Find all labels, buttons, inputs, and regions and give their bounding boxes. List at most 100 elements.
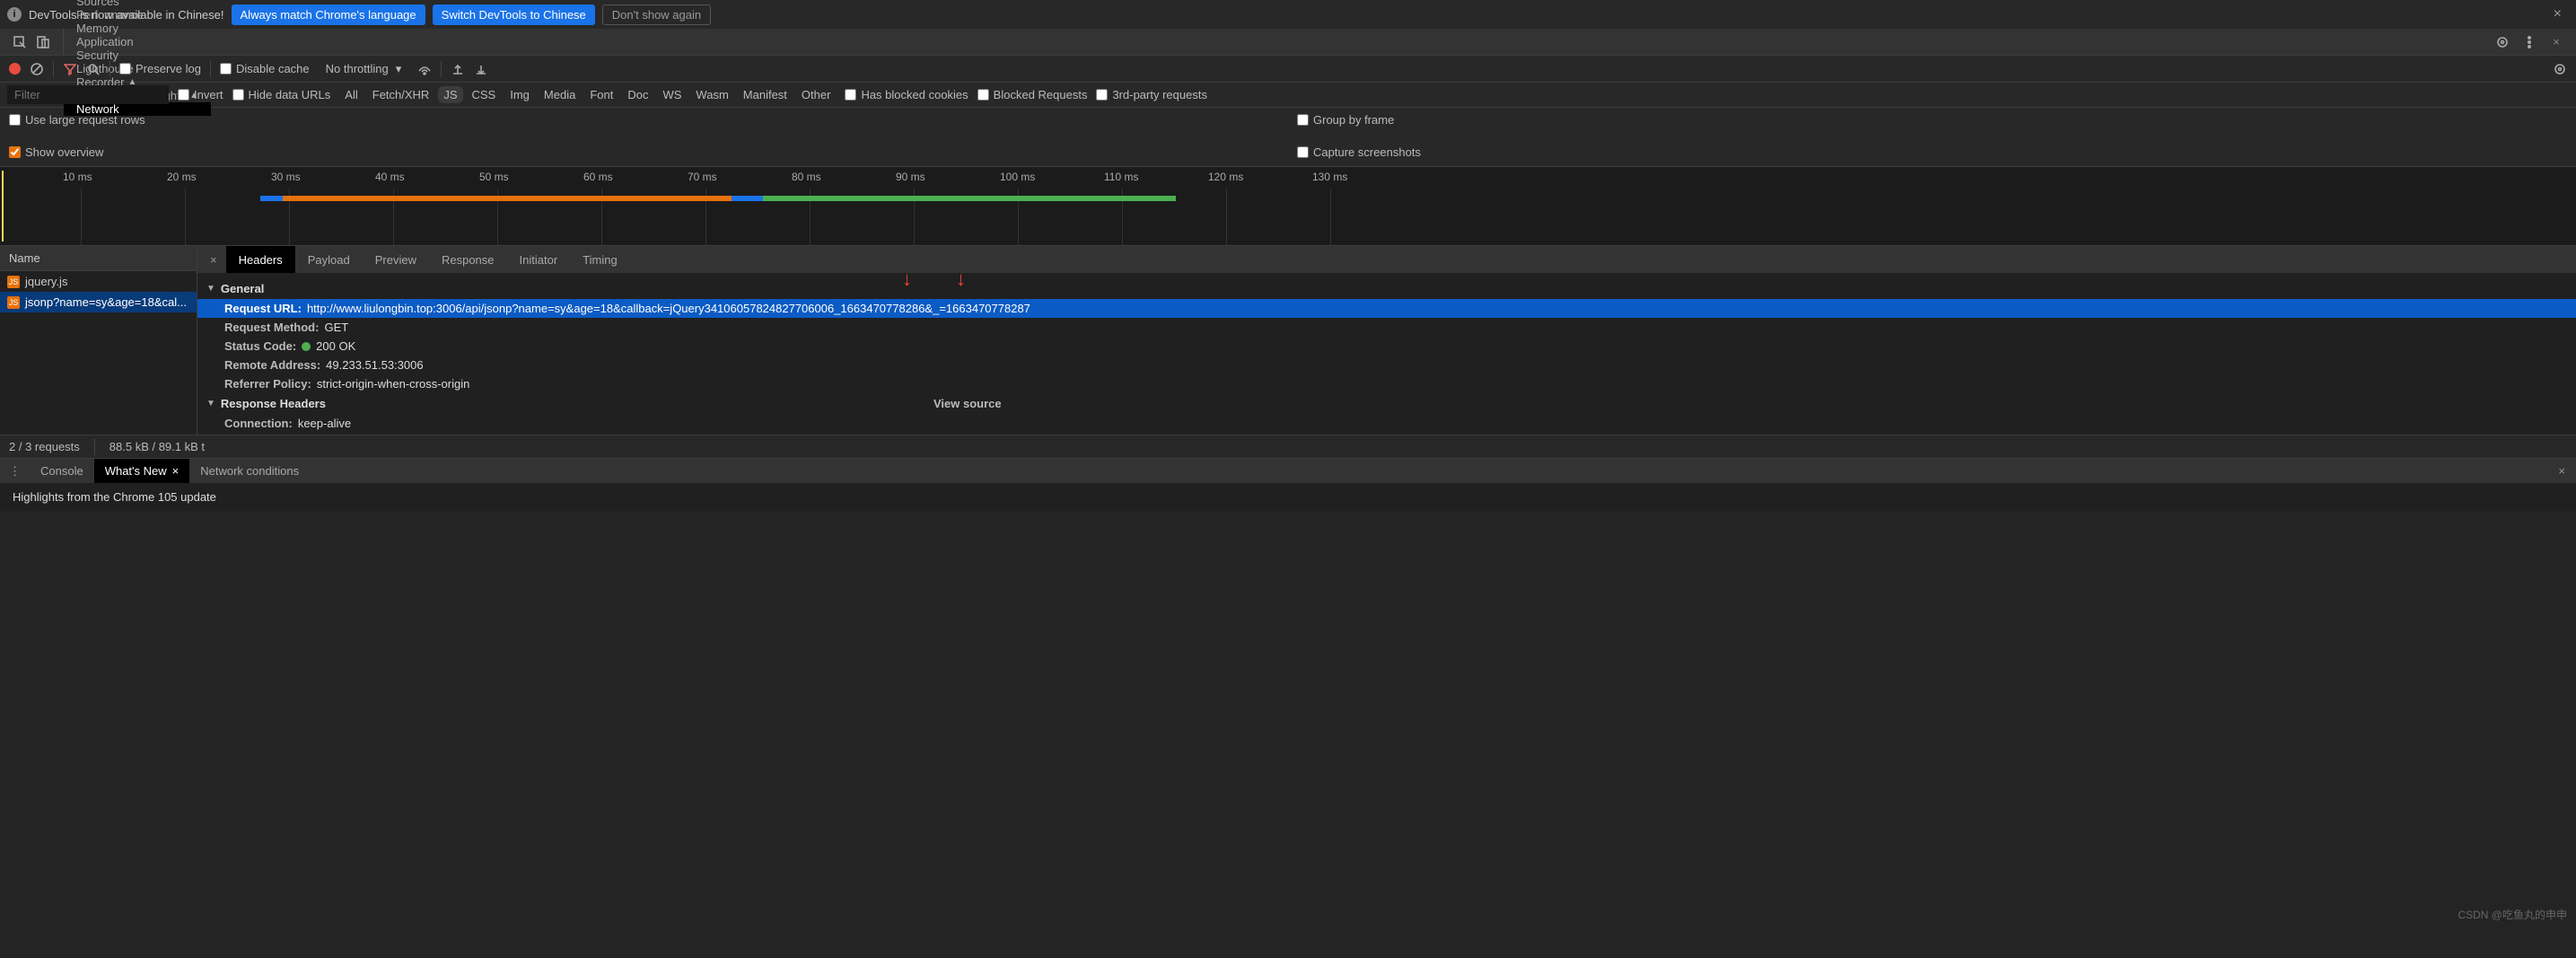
record-button[interactable] xyxy=(9,63,21,75)
filter-type-manifest[interactable]: Manifest xyxy=(738,86,793,103)
drawer-body: Highlights from the Chrome 105 update xyxy=(0,483,2576,511)
request-row[interactable]: JSjsonp?name=sy&age=18&cal... xyxy=(0,292,197,312)
large-rows-label: Use large request rows xyxy=(25,113,145,127)
filter-type-wasm[interactable]: Wasm xyxy=(690,86,733,103)
network-conditions-icon[interactable] xyxy=(417,62,432,76)
disable-cache-checkbox[interactable]: Disable cache xyxy=(220,62,310,75)
details-tabs: × HeadersPayloadPreviewResponseInitiator… xyxy=(197,246,2576,273)
device-icon[interactable] xyxy=(36,35,50,49)
show-overview-checkbox[interactable]: Show overview xyxy=(9,145,103,159)
capture-screenshots-checkbox[interactable]: Capture screenshots xyxy=(1297,145,1421,159)
filter-type-font[interactable]: Font xyxy=(584,86,618,103)
method-value: GET xyxy=(324,321,348,334)
blocked-requests-checkbox[interactable]: Blocked Requests xyxy=(977,88,1088,101)
connection-key: Connection: xyxy=(224,417,293,430)
timeline-tick: 120 ms xyxy=(1208,171,1243,183)
details-tab-response[interactable]: Response xyxy=(429,246,507,273)
filter-type-ws[interactable]: WS xyxy=(657,86,687,103)
drawer-menu-icon[interactable]: ⋮ xyxy=(0,464,30,479)
filter-type-css[interactable]: CSS xyxy=(467,86,502,103)
request-url-key: Request URL: xyxy=(224,302,302,315)
close-banner-icon[interactable]: × xyxy=(2546,6,2569,22)
section-response-label: Response Headers xyxy=(221,397,326,410)
tab-memory[interactable]: Memory xyxy=(64,22,211,35)
drawer-tab-what-s-new[interactable]: What's New × xyxy=(94,459,190,483)
inspect-icon[interactable] xyxy=(13,35,27,49)
preserve-log-checkbox[interactable]: Preserve log xyxy=(119,62,201,75)
close-details-icon[interactable]: × xyxy=(201,253,226,267)
referrer-key: Referrer Policy: xyxy=(224,377,311,391)
filter-type-fetch-xhr[interactable]: Fetch/XHR xyxy=(367,86,435,103)
hide-data-urls-checkbox[interactable]: Hide data URLs xyxy=(232,88,331,101)
details-body: ↓ ↓ ▼General Request URL:http://www.liul… xyxy=(197,273,2576,435)
request-details: × HeadersPayloadPreviewResponseInitiator… xyxy=(197,246,2576,435)
settings-icon[interactable] xyxy=(2495,35,2510,49)
timeline-tick: 90 ms xyxy=(896,171,925,183)
invert-checkbox[interactable]: Invert xyxy=(178,88,223,101)
filter-type-media[interactable]: Media xyxy=(539,86,581,103)
timeline-bar xyxy=(732,196,763,201)
filter-type-js[interactable]: JS xyxy=(438,86,462,103)
third-party-checkbox[interactable]: 3rd-party requests xyxy=(1096,88,1207,101)
request-list-header[interactable]: Name xyxy=(0,246,197,271)
drawer-tab-label: What's New xyxy=(105,464,167,478)
blocked-cookies-checkbox[interactable]: Has blocked cookies xyxy=(845,88,968,101)
filter-type-all[interactable]: All xyxy=(339,86,363,103)
dont-show-button[interactable]: Don't show again xyxy=(602,4,711,25)
large-rows-checkbox[interactable]: Use large request rows xyxy=(9,113,1279,127)
switch-devtools-button[interactable]: Switch DevTools to Chinese xyxy=(433,4,595,25)
filter-icon[interactable] xyxy=(63,62,77,76)
remote-key: Remote Address: xyxy=(224,358,320,372)
clear-icon[interactable] xyxy=(30,62,44,76)
network-settings-icon[interactable] xyxy=(2553,62,2567,76)
triangle-down-icon: ▼ xyxy=(206,284,215,294)
throttling-label: No throttling xyxy=(326,62,389,75)
tab-performance[interactable]: Performance xyxy=(64,8,211,22)
view-source-link[interactable]: View source xyxy=(933,397,1002,410)
drawer-content: Highlights from the Chrome 105 update xyxy=(13,490,216,504)
close-drawer-icon[interactable]: × xyxy=(2547,464,2576,478)
details-tab-initiator[interactable]: Initiator xyxy=(507,246,571,273)
details-tab-payload[interactable]: Payload xyxy=(295,246,363,273)
timeline-tick: 100 ms xyxy=(1000,171,1035,183)
group-by-frame-checkbox[interactable]: Group by frame xyxy=(1297,113,2567,127)
timeline-overview[interactable]: 10 ms20 ms30 ms40 ms50 ms60 ms70 ms80 ms… xyxy=(0,167,2576,246)
section-response-headers[interactable]: ▼Response HeadersView source xyxy=(197,393,2576,414)
section-general[interactable]: ▼ General xyxy=(197,278,2576,299)
timeline-tick: 130 ms xyxy=(1312,171,1347,183)
network-toolbar: Preserve log Disable cache No throttling… xyxy=(0,56,2576,83)
request-row[interactable]: JSjquery.js xyxy=(0,271,197,292)
kv-request-url[interactable]: Request URL: http://www.liulongbin.top:30… xyxy=(197,299,2576,318)
request-url-value: http://www.liulongbin.top:3006/api/jsonp… xyxy=(307,302,1030,315)
close-devtools-icon[interactable]: × xyxy=(2549,35,2563,49)
kv-request-method: Request Method: GET xyxy=(197,318,2576,337)
search-icon[interactable] xyxy=(86,62,101,76)
import-har-icon[interactable] xyxy=(451,62,465,76)
tab-security[interactable]: Security xyxy=(64,48,211,62)
details-tab-headers[interactable]: Headers xyxy=(226,246,295,273)
drawer-tab-console[interactable]: Console xyxy=(30,459,94,483)
blocked-cookies-label: Has blocked cookies xyxy=(861,88,968,101)
file-js-icon: JS xyxy=(7,276,20,288)
close-tab-icon[interactable]: × xyxy=(172,464,180,478)
always-match-button[interactable]: Always match Chrome's language xyxy=(232,4,425,25)
tab-sources[interactable]: Sources xyxy=(64,0,211,8)
filter-input[interactable] xyxy=(7,85,169,104)
more-icon[interactable] xyxy=(2522,35,2537,49)
drawer-tab-network-conditions[interactable]: Network conditions xyxy=(189,459,310,483)
throttling-select[interactable]: No throttling▾ xyxy=(319,62,409,76)
method-key: Request Method: xyxy=(224,321,319,334)
filter-type-other[interactable]: Other xyxy=(796,86,837,103)
section-general-label: General xyxy=(221,282,264,295)
arrow-annotation: ↓ xyxy=(956,273,966,291)
filter-type-img[interactable]: Img xyxy=(504,86,535,103)
tab-application[interactable]: Application xyxy=(64,35,211,48)
details-tab-timing[interactable]: Timing xyxy=(570,246,630,273)
info-icon: i xyxy=(7,7,22,22)
status-bar: 2 / 3 requests 88.5 kB / 89.1 kB t xyxy=(0,435,2576,458)
details-tab-preview[interactable]: Preview xyxy=(363,246,429,273)
remote-value: 49.233.51.53:3006 xyxy=(326,358,423,372)
filter-type-doc[interactable]: Doc xyxy=(622,86,653,103)
export-har-icon[interactable] xyxy=(474,62,488,76)
timeline-tick: 10 ms xyxy=(63,171,92,183)
